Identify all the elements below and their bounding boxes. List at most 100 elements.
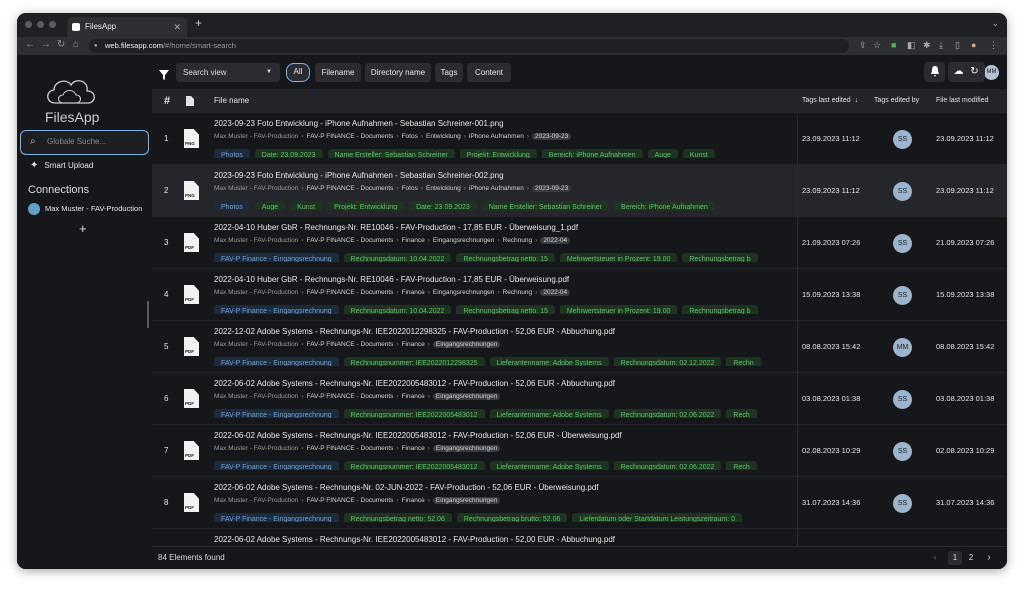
breadcrumb-item[interactable]: Eingangsrechnungen — [432, 341, 501, 348]
tag[interactable]: Rech — [726, 409, 757, 418]
breadcrumb-item[interactable]: 2022-04 — [540, 237, 571, 244]
tag[interactable]: FAV-P Finance - Eingangsrechnung — [214, 409, 339, 418]
tag[interactable]: FAV-P Finance - Eingangsrechnung — [214, 513, 339, 522]
header-tags-edited-by[interactable]: Tags edited by — [874, 89, 919, 113]
tag[interactable]: Photos — [214, 149, 250, 158]
file-name[interactable]: 2023-09-23 Foto Entwicklung - iPhone Auf… — [214, 171, 504, 180]
tag[interactable]: Rechnungsbetrag b — [682, 305, 758, 314]
browser-tab[interactable]: FilesApp ✕ — [67, 17, 187, 37]
extension-green-icon[interactable]: ■ — [891, 40, 896, 50]
file-name[interactable]: 2022-04-10 Huber GbR - Rechnungs-Nr. RE1… — [214, 275, 569, 284]
breadcrumb-item[interactable]: FAV-P FINANCE - Documents — [307, 289, 394, 296]
tag[interactable]: Rechnungsdatum: 02.12.2022 — [613, 357, 722, 366]
tag[interactable]: Rechn — [726, 357, 761, 366]
breadcrumb-item[interactable]: iPhone Aufnahmen — [469, 133, 524, 140]
tag[interactable]: Name Ersteller: Sebastian Schreiner — [327, 149, 455, 158]
tag[interactable]: Lieferantenname: Adobe Systems — [489, 409, 609, 418]
breadcrumb-item[interactable]: Max Muster - FAV-Production — [214, 185, 298, 192]
breadcrumb-item[interactable]: Max Muster - FAV-Production — [214, 341, 298, 348]
minimize-window-button[interactable] — [37, 21, 44, 28]
extension-icon[interactable]: ◧ — [907, 40, 916, 51]
breadcrumb-item[interactable]: Eingangsrechnungen — [432, 393, 501, 400]
forward-arrow-icon[interactable]: → — [41, 39, 51, 50]
file-name[interactable]: 2022-06-02 Adobe Systems - Rechnungs-Nr.… — [214, 431, 622, 440]
file-name[interactable]: 2022-12-02 Adobe Systems - Rechnungs-Nr.… — [214, 327, 615, 336]
file-name[interactable]: 2022-04-10 Huber GbR - Rechnungs-Nr. RE1… — [214, 223, 578, 232]
tab-menu-chevron-icon[interactable]: ⌄ — [991, 18, 999, 29]
file-name[interactable]: 2022-06-02 Adobe Systems - Rechnungs-Nr.… — [214, 535, 615, 544]
page-2-button[interactable]: 2 — [964, 551, 978, 565]
breadcrumb-item[interactable]: FAV-P FINANCE - Documents — [307, 497, 394, 504]
tag[interactable]: Rechnungsnummer: IEE2022005483012 — [343, 409, 485, 418]
table-row[interactable]: 4 PDF 2022-04-10 Huber GbR - Rechnungs-Nr.… — [152, 269, 1007, 321]
breadcrumb-item[interactable]: Finance — [402, 445, 425, 452]
reload-icon[interactable]: ↻ — [57, 39, 65, 50]
breadcrumb-item[interactable]: Eingangsrechnungen — [433, 237, 494, 244]
header-file-name[interactable]: File name — [214, 89, 249, 113]
connection-item[interactable]: Max Muster - FAV-Production — [28, 203, 142, 215]
chip-filename[interactable]: Filename — [315, 63, 361, 82]
table-row[interactable]: 7 PDF 2022-06-02 Adobe Systems - Rechnungs… — [152, 425, 1007, 477]
breadcrumb-item[interactable]: Entwicklung — [426, 185, 461, 192]
profile-avatar-icon[interactable]: ● — [971, 40, 976, 50]
tag[interactable]: Rechnungsbetrag netto: 52.06 — [343, 513, 452, 522]
file-name[interactable]: 2023-09-23 Foto Entwicklung - iPhone Auf… — [214, 119, 504, 128]
puzzle-icon[interactable]: ✱ — [923, 40, 931, 51]
refresh-icon[interactable]: ↻ — [964, 62, 985, 82]
chip-all[interactable]: All — [286, 63, 310, 82]
tag[interactable]: Rechnungsdatum: 10.04.2022 — [343, 253, 452, 262]
breadcrumb-item[interactable]: Max Muster - FAV-Production — [214, 133, 298, 140]
page-1-button[interactable]: 1 — [948, 551, 962, 565]
tag[interactable]: Rechnungsbetrag netto: 15 — [456, 305, 555, 314]
tag[interactable]: FAV-P Finance - Eingangsrechnung — [214, 461, 339, 470]
breadcrumb-item[interactable]: Max Muster - FAV-Production — [214, 445, 298, 452]
table-row[interactable]: 8 PDF 2022-06-02 Adobe Systems - Rechnungs… — [152, 477, 1007, 529]
breadcrumb-item[interactable]: Rechnung — [503, 289, 533, 296]
filter-icon[interactable] — [159, 67, 169, 85]
breadcrumb-item[interactable]: iPhone Aufnahmen — [469, 185, 524, 192]
tag[interactable]: Rechnungsnummer: IEE2022005483012 — [343, 461, 485, 470]
sidebar-toggle-icon[interactable]: ▯ — [955, 40, 960, 51]
tag[interactable]: Mehrwertsteuer in Prozent: 19.00 — [559, 305, 678, 314]
tag[interactable]: Kunst — [682, 149, 715, 158]
tag[interactable]: FAV-P Finance - Eingangsrechnung — [214, 305, 339, 314]
breadcrumb-item[interactable]: Max Muster - FAV-Production — [214, 237, 298, 244]
table-row[interactable]: 5 PDF 2022-12-02 Adobe Systems - Rechnungs… — [152, 321, 1007, 373]
breadcrumb-item[interactable]: 2022-04 — [540, 289, 571, 296]
home-icon[interactable]: ⌂ — [73, 39, 79, 50]
breadcrumb-item[interactable]: FAV-P FINANCE - Documents — [307, 185, 394, 192]
close-tab-icon[interactable]: ✕ — [173, 17, 181, 37]
file-name[interactable]: 2022-06-02 Adobe Systems - Rechnungs-Nr.… — [214, 379, 615, 388]
file-name[interactable]: 2022-06-02 Adobe Systems - Rechnungs-Nr.… — [214, 483, 599, 492]
back-arrow-icon[interactable]: ← — [25, 39, 35, 50]
tag[interactable]: Photos — [214, 201, 250, 210]
new-tab-icon[interactable]: + — [195, 16, 202, 30]
prev-page-chevron-icon[interactable]: ‹ — [928, 551, 942, 565]
tag[interactable]: Rechnungsdatum: 10.04.2022 — [343, 305, 452, 314]
table-row[interactable]: 6 PDF 2022-06-02 Adobe Systems - Rechnungs… — [152, 373, 1007, 425]
tag[interactable]: FAV-P Finance - Eingangsrechnung — [214, 357, 339, 366]
breadcrumb-item[interactable]: Entwicklung — [426, 133, 461, 140]
tag[interactable]: Rechnungsbetrag b — [682, 253, 758, 262]
user-avatar[interactable]: MM — [984, 65, 999, 80]
table-row[interactable]: 2 PNG 2023-09-23 Foto Entwicklung - iPhone… — [152, 165, 1007, 217]
tag[interactable]: Date: 23.09.2023 — [254, 149, 323, 158]
breadcrumb-item[interactable]: Finance — [402, 237, 425, 244]
tag[interactable]: Auge — [647, 149, 678, 158]
breadcrumb-item[interactable]: Finance — [402, 289, 425, 296]
breadcrumb-item[interactable]: Eingangsrechnungen — [432, 497, 501, 504]
tag[interactable]: Rechnungsdatum: 02.06.2022 — [613, 409, 722, 418]
close-window-button[interactable] — [25, 21, 32, 28]
breadcrumb-item[interactable]: FAV-P FINANCE - Documents — [307, 341, 394, 348]
search-view-select[interactable]: Search view ▼ — [176, 63, 280, 82]
tag[interactable]: Kunst — [290, 201, 323, 210]
tag[interactable]: Projekt: Entwicklung — [327, 201, 405, 210]
breadcrumb-item[interactable]: 2023-09-23 — [531, 185, 572, 192]
breadcrumb-item[interactable]: Max Muster - FAV-Production — [214, 497, 298, 504]
bookmark-star-icon[interactable]: ☆ — [873, 40, 881, 51]
tag[interactable]: Auge — [254, 201, 286, 210]
breadcrumb-item[interactable]: Fotos — [402, 133, 418, 140]
global-search-input[interactable]: ⌕ Globale Suche... — [20, 130, 149, 155]
add-connection-button[interactable]: + — [79, 221, 87, 236]
share-icon[interactable]: ⇪ — [859, 40, 867, 51]
